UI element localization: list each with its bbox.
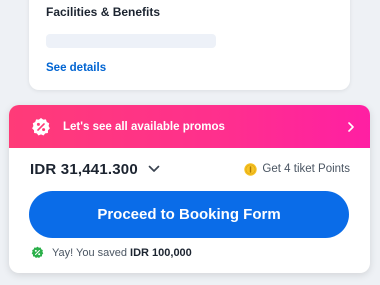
promo-banner-label: Let's see all available promos: [63, 120, 225, 133]
chevron-down-icon: [148, 164, 160, 174]
facilities-title: Facilities & Benefits: [46, 5, 161, 19]
price-row: IDR 31,441.300 Get 4 tiket Points: [9, 149, 370, 189]
savings-prefix: Yay! You saved: [52, 246, 128, 259]
chevron-right-icon: [346, 121, 356, 133]
booking-summary-card: Let's see all available promos IDR 31,44…: [9, 105, 370, 273]
savings-info: Yay! You saved IDR 100,000: [9, 246, 370, 259]
facilities-card: Facilities & Benefits See details: [29, 0, 350, 90]
loading-placeholder-bar: [46, 34, 216, 48]
see-details-link[interactable]: See details: [46, 62, 106, 74]
proceed-to-booking-button[interactable]: Proceed to Booking Form: [29, 191, 349, 238]
points-label: Get 4 tiket Points: [262, 163, 350, 175]
price-breakdown-toggle[interactable]: IDR 31,441.300: [30, 161, 160, 178]
points-info: Get 4 tiket Points: [244, 162, 350, 176]
promo-banner[interactable]: Let's see all available promos: [9, 105, 370, 148]
discount-badge-icon: [31, 246, 44, 259]
total-price: IDR 31,441.300: [30, 160, 138, 178]
discount-badge-icon: [31, 117, 51, 137]
savings-amount: IDR 100,000: [130, 246, 192, 259]
booking-footer-screen: Facilities & Benefits See details Let's …: [0, 0, 380, 285]
coin-icon: [244, 162, 258, 176]
